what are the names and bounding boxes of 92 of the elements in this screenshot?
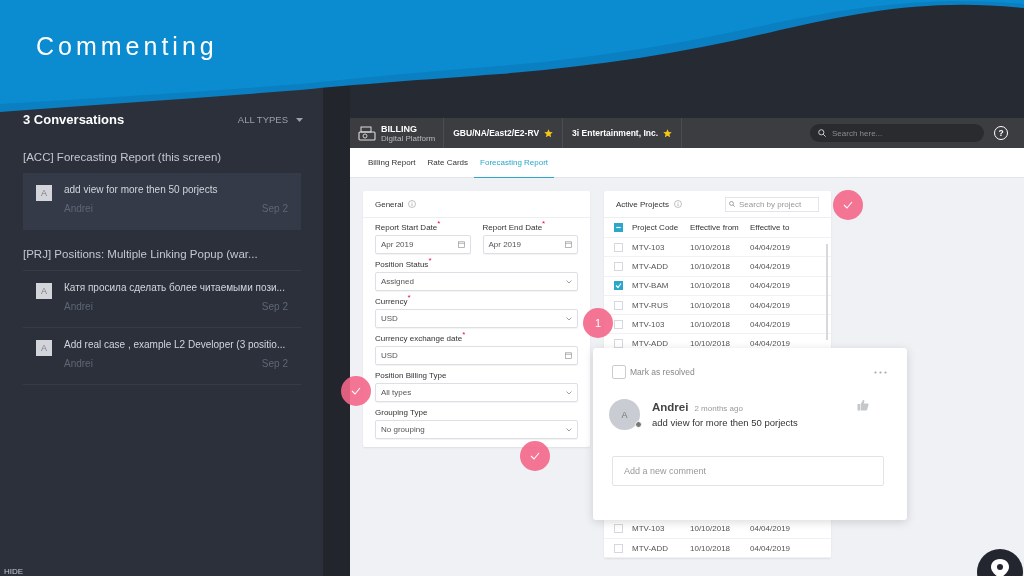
check-icon bbox=[351, 387, 361, 395]
select-field[interactable]: Assigned bbox=[375, 272, 578, 291]
comment-time: 2 months ago bbox=[694, 404, 743, 413]
table-cell-text: MTV-103 bbox=[632, 319, 666, 329]
select-field[interactable]: All types bbox=[375, 383, 578, 402]
column-header: Effective to bbox=[750, 223, 791, 232]
brand-subtitle: Digital Platform bbox=[381, 133, 436, 143]
comment-text: add view for more then 50 porjects bbox=[652, 417, 799, 428]
search-field[interactable]: Search by project bbox=[725, 196, 819, 212]
author-name: Andrei bbox=[64, 301, 93, 312]
sidebar-title: 3 Conversations bbox=[23, 112, 125, 127]
breadcrumb[interactable]: 3i Entertainment, Inc. bbox=[572, 128, 659, 138]
table-cell-text: 04/04/2019 bbox=[750, 242, 792, 252]
scrollbar[interactable] bbox=[826, 244, 828, 340]
table-cell-text: 10/10/2018 bbox=[690, 319, 732, 329]
table-cell-text: MTV-RUS bbox=[632, 300, 669, 310]
tab[interactable]: Rate Cards bbox=[421, 148, 475, 178]
conversation-text: add view for more then 50 porjects bbox=[64, 184, 219, 195]
group-title: [PRJ] Positions: Multiple Linking Popup (war... bbox=[23, 248, 259, 260]
table-cell-text: MTV-ADD bbox=[632, 339, 669, 349]
table-cell-text: 10/10/2018 bbox=[690, 543, 732, 553]
table-cell-text: 10/10/2018 bbox=[690, 524, 732, 534]
date-field[interactable]: Apr 2019 bbox=[375, 235, 471, 254]
search-icon bbox=[818, 129, 826, 137]
chevron-down-icon bbox=[566, 390, 572, 395]
author-name: Andrei bbox=[64, 358, 93, 369]
table-cell-text: 04/04/2019 bbox=[750, 319, 792, 329]
table-cell-text: MTV-103 bbox=[632, 524, 666, 534]
type-filter[interactable]: ALL TYPES bbox=[237, 114, 303, 125]
check-icon bbox=[530, 452, 540, 460]
table-cell-text: 04/04/2019 bbox=[750, 543, 792, 553]
field-label: Grouping Type bbox=[375, 408, 429, 417]
date-field[interactable]: Apr 2019 bbox=[482, 235, 578, 254]
check-icon bbox=[615, 282, 622, 290]
breadcrumb[interactable]: GBU/NA/East2/E2-RV bbox=[453, 128, 540, 138]
search-field[interactable]: Search here... bbox=[810, 124, 984, 142]
conversation-text: Add real case , example L2 Developer (3 positio... bbox=[64, 339, 287, 350]
table-cell-text: 10/10/2018 bbox=[690, 242, 732, 252]
checkbox[interactable] bbox=[614, 281, 623, 291]
brand-name: BILLING bbox=[381, 123, 418, 134]
author-name: Andrei bbox=[652, 401, 689, 413]
table-cell-text: 10/10/2018 bbox=[690, 300, 732, 310]
avatar: A bbox=[36, 185, 52, 201]
calendar-icon bbox=[457, 241, 465, 248]
avatar: A bbox=[36, 283, 52, 299]
select-field[interactable]: No grouping bbox=[375, 420, 578, 439]
avatar: A bbox=[609, 399, 640, 430]
table-cell-text: 04/04/2019 bbox=[750, 261, 792, 271]
table-cell-text: 04/04/2019 bbox=[750, 339, 792, 349]
comment-input[interactable]: Add a new comment bbox=[612, 456, 884, 486]
select-field[interactable]: USD bbox=[375, 309, 578, 328]
group-title: [ACC] Forecasting Report (this screen) bbox=[23, 151, 223, 163]
column-header: Project Code bbox=[632, 223, 680, 232]
table-cell-text: MTV-ADD bbox=[632, 543, 669, 553]
table-cell-text: 10/10/2018 bbox=[690, 281, 732, 291]
info-icon bbox=[408, 200, 417, 208]
card-title: General bbox=[375, 199, 404, 209]
card-title: Active Projects bbox=[616, 199, 669, 209]
calendar-icon bbox=[565, 241, 572, 248]
star-icon[interactable] bbox=[663, 128, 673, 138]
field-label: Position Billing Type bbox=[375, 371, 448, 380]
table-cell-text: MTV-103 bbox=[632, 242, 666, 252]
table-cell-text: 10/10/2018 bbox=[690, 339, 732, 349]
tab[interactable]: Billing Report bbox=[362, 148, 422, 178]
table-cell-text: 04/04/2019 bbox=[750, 524, 792, 534]
checkbox[interactable] bbox=[614, 223, 623, 232]
cash-register-icon bbox=[358, 125, 376, 141]
date-field[interactable]: USD bbox=[375, 346, 578, 365]
chevron-down-icon bbox=[566, 427, 572, 432]
info-icon bbox=[673, 200, 682, 208]
hide-link[interactable]: HIDE bbox=[4, 567, 24, 576]
star-icon[interactable] bbox=[544, 128, 554, 138]
column-header: Effective from bbox=[690, 223, 740, 232]
table-cell-text: MTV-ADD bbox=[632, 261, 669, 271]
chevron-down-icon bbox=[566, 316, 572, 321]
chevron-down-icon bbox=[566, 279, 572, 284]
caret-icon bbox=[296, 117, 303, 122]
conversation-text: Катя просила сделать более читаемыми пози... bbox=[64, 282, 286, 293]
minus-icon bbox=[615, 224, 622, 231]
checkbox-label: Mark as resolved bbox=[630, 367, 695, 377]
table-cell-text: 04/04/2019 bbox=[750, 300, 792, 310]
table-cell-text: 10/10/2018 bbox=[690, 261, 732, 271]
thumbs-up-icon[interactable] bbox=[857, 399, 869, 411]
table-cell-text: MTV-BAM bbox=[632, 281, 670, 291]
checkbox[interactable] bbox=[612, 365, 626, 379]
calendar-icon bbox=[565, 352, 572, 359]
more-icon[interactable] bbox=[874, 370, 887, 374]
check-icon bbox=[843, 201, 853, 209]
table-cell-text: 04/04/2019 bbox=[750, 281, 792, 291]
slide-title: Commenting bbox=[36, 32, 218, 61]
avatar: A bbox=[36, 340, 52, 356]
search-icon bbox=[729, 200, 735, 207]
